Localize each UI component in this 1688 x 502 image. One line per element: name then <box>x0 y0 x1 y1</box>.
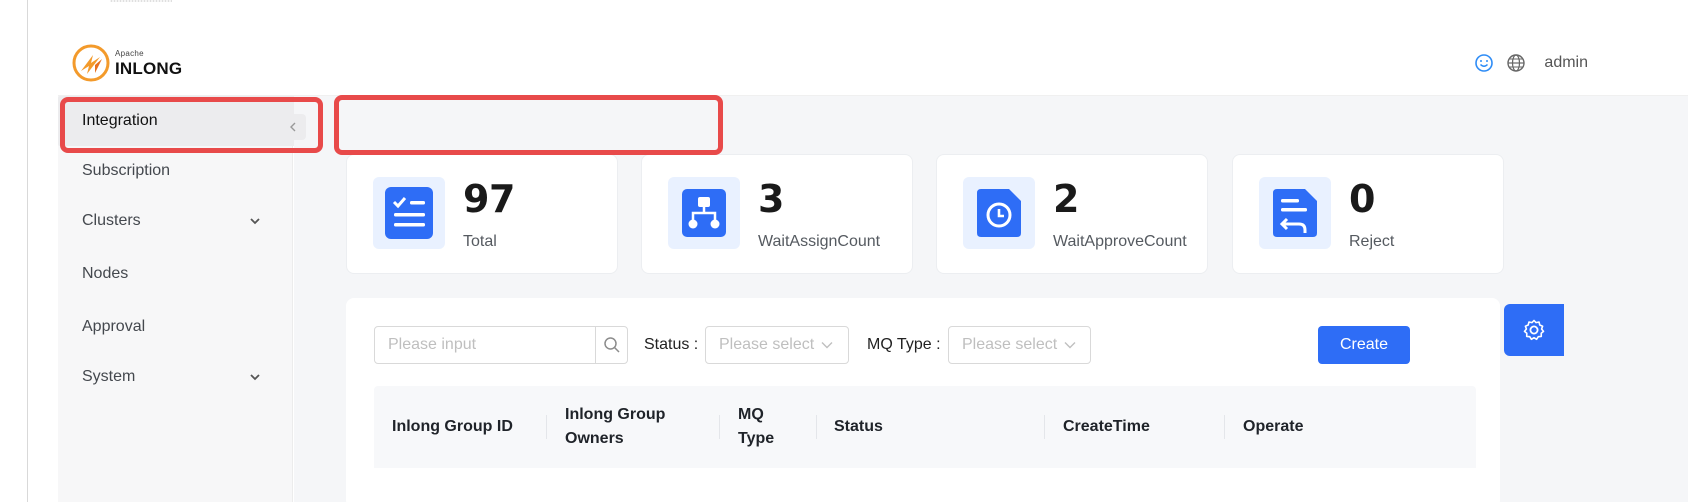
column-header-owners[interactable]: Inlong Group Owners <box>565 386 685 468</box>
column-divider <box>816 415 817 439</box>
hierarchy-icon <box>668 177 740 249</box>
stat-label: Total <box>463 233 497 250</box>
mq-type-select-placeholder: Please select <box>962 336 1058 353</box>
mq-type-filter-label: MQ Type : <box>867 336 941 353</box>
stat-label: WaitApproveCount <box>1053 233 1187 250</box>
top-header: Apache INLONG admin <box>58 30 1688 96</box>
chevron-down-icon <box>821 342 833 349</box>
search-input[interactable] <box>375 327 595 363</box>
status-filter-label: Status : <box>644 336 699 353</box>
stat-card-total[interactable]: 97 Total <box>346 154 618 274</box>
sidebar-collapse-button[interactable] <box>280 114 306 140</box>
column-header-mq-type[interactable]: MQ Type <box>738 386 798 468</box>
stat-label: WaitAssignCount <box>758 233 881 250</box>
column-divider <box>1224 415 1225 439</box>
sidebar-item-system[interactable]: System <box>58 352 293 402</box>
column-header-status[interactable]: Status <box>834 386 1034 468</box>
sidebar: Integration Subscription Clusters Nodes … <box>58 96 306 502</box>
sidebar-item-label: Integration <box>82 112 158 129</box>
column-header-create-time[interactable]: CreateTime <box>1063 386 1213 468</box>
sidebar-item-subscription[interactable]: Subscription <box>58 146 293 196</box>
column-divider <box>546 415 547 439</box>
settings-button[interactable] <box>1504 304 1564 356</box>
sidebar-menu: Integration Subscription Clusters Nodes … <box>58 96 298 402</box>
sidebar-item-clusters[interactable]: Clusters <box>58 196 293 246</box>
column-header-operate[interactable]: Operate <box>1243 386 1393 468</box>
stat-value: 0 <box>1349 177 1375 221</box>
sidebar-item-label: Nodes <box>82 265 129 282</box>
column-header-group-id[interactable]: Inlong Group ID <box>392 386 542 468</box>
inlong-logo[interactable]: Apache INLONG <box>71 43 182 83</box>
status-select-placeholder: Please select <box>719 336 815 353</box>
smile-icon[interactable] <box>1474 53 1494 73</box>
user-name[interactable]: admin <box>1544 54 1588 72</box>
search-icon <box>603 337 620 353</box>
sidebar-item-label: System <box>82 368 136 385</box>
sidebar-item-approval[interactable]: Approval <box>58 302 293 352</box>
chevron-down-icon <box>250 374 260 381</box>
gear-icon <box>1523 319 1545 341</box>
group-list-panel: Status : Please select MQ Type : Please … <box>346 298 1500 502</box>
create-button[interactable]: Create <box>1318 326 1410 364</box>
sidebar-item-nodes[interactable]: Nodes <box>58 246 293 302</box>
breadcrumb <box>338 100 718 154</box>
sidebar-item-label: Clusters <box>82 212 141 229</box>
globe-icon[interactable] <box>1506 53 1526 73</box>
stat-label: Reject <box>1349 233 1395 250</box>
left-border <box>27 0 28 502</box>
stat-card-wait-assign[interactable]: 3 WaitAssignCount <box>641 154 913 274</box>
reject-document-icon <box>1259 177 1331 249</box>
chevron-left-icon <box>290 122 296 132</box>
top-dotted-line <box>110 0 172 2</box>
main-content: 97 Total 3 WaitAssignCount 2 WaitApprove… <box>294 96 1688 502</box>
sidebar-item-integration[interactable]: Integration <box>58 96 298 146</box>
search-box <box>374 326 628 364</box>
stat-card-reject[interactable]: 0 Reject <box>1232 154 1504 274</box>
stat-card-wait-approve[interactable]: 2 WaitApproveCount <box>936 154 1208 274</box>
chevron-down-icon <box>1064 342 1076 349</box>
inlong-logo-icon <box>72 44 110 82</box>
mq-type-select[interactable]: Please select <box>948 326 1091 364</box>
stat-value: 3 <box>758 177 784 221</box>
sidebar-item-label: Subscription <box>82 162 171 179</box>
chevron-down-icon <box>250 218 260 225</box>
stat-value: 2 <box>1053 177 1079 221</box>
status-select[interactable]: Please select <box>705 326 849 364</box>
stat-value: 97 <box>463 177 515 221</box>
clock-document-icon <box>963 177 1035 249</box>
column-divider <box>719 415 720 439</box>
column-divider <box>1044 415 1045 439</box>
checklist-icon <box>373 177 445 249</box>
app-window: Apache INLONG admin Integration Subscrip… <box>58 30 1688 502</box>
logo-small-text: Apache <box>115 48 144 58</box>
logo-text: INLONG <box>115 58 183 78</box>
table-header: Inlong Group ID Inlong Group Owners MQ T… <box>374 386 1476 468</box>
search-button[interactable] <box>595 327 627 363</box>
sidebar-item-label: Approval <box>82 318 146 335</box>
